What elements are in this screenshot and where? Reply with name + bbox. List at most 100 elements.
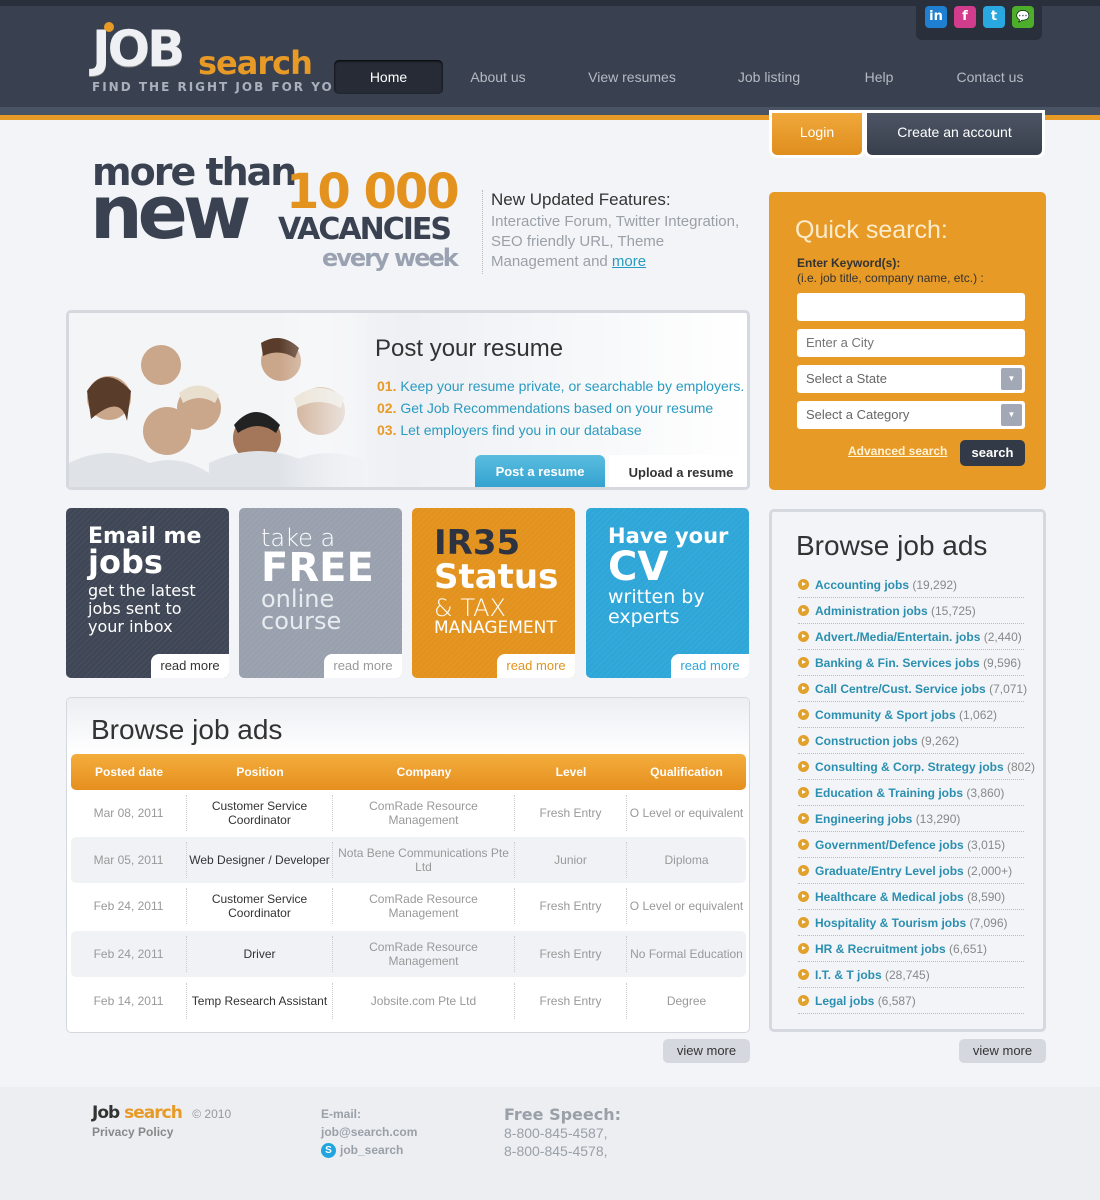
phone-number: 8-800-845-4578, [504, 1143, 608, 1159]
category-item[interactable]: Consulting & Corp. Strategy jobs (802) [798, 754, 1035, 780]
tab-upload-resume[interactable]: Upload a resume [609, 455, 747, 487]
read-more-link[interactable]: read more [497, 654, 575, 678]
column-header[interactable]: Position [187, 765, 333, 779]
category-item[interactable]: Accounting jobs (19,292) [798, 572, 1024, 598]
category-link[interactable]: Graduate/Entry Level jobs [815, 864, 964, 878]
read-more-link[interactable]: read more [324, 654, 402, 678]
advanced-search-link[interactable]: Advanced search [848, 444, 947, 458]
state-select[interactable]: Select a State ▼ [797, 365, 1025, 393]
arrow-bullet-icon [798, 839, 809, 851]
category-item[interactable]: I.T. & T jobs (28,745) [798, 962, 1024, 988]
category-link[interactable]: Accounting jobs [815, 578, 909, 592]
promo-line: jobs sent to [88, 599, 182, 618]
skype-contact[interactable]: Sjob_search [321, 1141, 417, 1159]
cell-date: Mar 08, 2011 [71, 795, 187, 831]
promo-email-jobs[interactable]: Email me jobs get the latest jobs sent t… [66, 508, 229, 678]
promo-cv-writing[interactable]: Have your CV written by experts read mor… [586, 508, 749, 678]
login-button[interactable]: Login [772, 113, 862, 155]
promo-free-course[interactable]: take a FREE online course read more [239, 508, 402, 678]
category-item[interactable]: Healthcare & Medical jobs (8,590) [798, 884, 1024, 910]
category-item[interactable]: Government/Defence jobs (3,015) [798, 832, 1024, 858]
category-item[interactable]: Construction jobs (9,262) [798, 728, 1024, 754]
arrow-bullet-icon [798, 865, 809, 877]
category-item[interactable]: Education & Training jobs (3,860) [798, 780, 1024, 806]
footer-logo[interactable]: Job search [92, 1103, 183, 1123]
category-item[interactable]: Banking & Fin. Services jobs (9,596) [798, 650, 1024, 676]
site-logo[interactable]: JOB search FIND THE RIGHT JOB FOR YOU! [92, 16, 351, 96]
table-row[interactable]: Feb 14, 2011 Temp Research Assistant Job… [71, 978, 746, 1024]
jobs-view-more-button[interactable]: view more [663, 1039, 750, 1063]
category-item[interactable]: Community & Sport jobs (1,062) [798, 702, 1024, 728]
benefit-number: 03. [377, 422, 397, 438]
create-account-button[interactable]: Create an account [867, 113, 1042, 155]
categories-view-more-button[interactable]: view more [959, 1039, 1046, 1063]
category-link[interactable]: HR & Recruitment jobs [815, 942, 946, 956]
column-header[interactable]: Posted date [71, 765, 187, 779]
promo-line: jobs [88, 543, 163, 581]
cell-position[interactable]: Web Designer / Developer [187, 842, 333, 878]
promo-line: written by [608, 586, 705, 608]
category-item[interactable]: Engineering jobs (13,290) [798, 806, 1024, 832]
category-link[interactable]: Legal jobs [815, 994, 874, 1008]
cell-position[interactable]: Customer Service Coordinator [187, 888, 333, 924]
tab-post-resume[interactable]: Post a resume [475, 455, 605, 487]
features-more-link[interactable]: more [612, 253, 646, 270]
category-link[interactable]: Government/Defence jobs [815, 838, 964, 852]
nav-help[interactable]: Help [827, 60, 931, 94]
email-link[interactable]: job@search.com [321, 1125, 417, 1139]
chevron-down-icon[interactable]: ▼ [1001, 404, 1022, 426]
twitter-icon[interactable]: t [983, 6, 1005, 28]
footer-contact: E-mail: job@search.com Sjob_search [321, 1105, 417, 1159]
category-link[interactable]: Construction jobs [815, 734, 918, 748]
cell-position[interactable]: Temp Research Assistant [187, 983, 333, 1019]
category-item[interactable]: HR & Recruitment jobs (6,651) [798, 936, 1024, 962]
search-button[interactable]: search [960, 440, 1025, 466]
category-item[interactable]: Call Centre/Cust. Service jobs (7,071) [798, 676, 1027, 702]
category-link[interactable]: Hospitality & Tourism jobs [815, 916, 966, 930]
table-row[interactable]: Mar 05, 2011 Web Designer / Developer No… [71, 837, 746, 883]
category-item[interactable]: Hospitality & Tourism jobs (7,096) [798, 910, 1024, 936]
nav-view-resumes[interactable]: View resumes [553, 60, 711, 94]
category-select[interactable]: Select a Category ▼ [797, 401, 1025, 429]
category-link[interactable]: Education & Training jobs [815, 786, 963, 800]
chevron-down-icon[interactable]: ▼ [1001, 368, 1022, 390]
category-link[interactable]: Engineering jobs [815, 812, 912, 826]
category-link[interactable]: Healthcare & Medical jobs [815, 890, 964, 904]
benefit-text: Let employers find you in our database [400, 422, 642, 438]
promo-ir35-status[interactable]: IR35 Status & TAX MANAGEMENT read more [412, 508, 575, 678]
category-link[interactable]: Advert./Media/Entertain. jobs [815, 630, 980, 644]
category-link[interactable]: Call Centre/Cust. Service jobs [815, 682, 986, 696]
column-header[interactable]: Company [333, 765, 515, 779]
cell-position[interactable]: Customer Service Coordinator [187, 795, 333, 831]
category-item[interactable]: Graduate/Entry Level jobs (2,000+) [798, 858, 1024, 884]
table-row[interactable]: Feb 24, 2011 Customer Service Coordinato… [71, 883, 746, 929]
nav-job-listing[interactable]: Job listing [711, 60, 827, 94]
city-input[interactable] [797, 329, 1025, 357]
category-link[interactable]: Consulting & Corp. Strategy jobs [815, 760, 1004, 774]
resume-benefit: 03. Let employers find you in our databa… [377, 419, 744, 441]
category-link[interactable]: Community & Sport jobs [815, 708, 956, 722]
category-link[interactable]: Banking & Fin. Services jobs [815, 656, 980, 670]
privacy-policy-link[interactable]: Privacy Policy [92, 1125, 231, 1139]
read-more-link[interactable]: read more [671, 654, 749, 678]
category-item[interactable]: Legal jobs (6,587) [798, 988, 1024, 1014]
column-header[interactable]: Qualification [627, 765, 746, 779]
column-header[interactable]: Level [515, 765, 627, 779]
benefit-text: Keep your resume private, or searchable … [400, 378, 745, 394]
promo-line: IR35 [434, 523, 521, 563]
category-link[interactable]: Administration jobs [815, 604, 928, 618]
category-item[interactable]: Administration jobs (15,725) [798, 598, 1024, 624]
category-item[interactable]: Advert./Media/Entertain. jobs (2,440) [798, 624, 1024, 650]
table-row[interactable]: Mar 08, 2011 Customer Service Coordinato… [71, 790, 746, 836]
cell-position[interactable]: Driver [187, 936, 333, 972]
nav-contact-us[interactable]: Contact us [931, 60, 1049, 94]
keyword-input[interactable] [797, 293, 1025, 321]
facebook-icon[interactable]: f [954, 6, 976, 28]
table-row[interactable]: Feb 24, 2011 Driver ComRade Resource Man… [71, 931, 746, 977]
read-more-link[interactable]: read more [151, 654, 229, 678]
linkedin-icon[interactable]: in [925, 6, 947, 28]
nav-home[interactable]: Home [334, 60, 443, 94]
chat-icon[interactable]: 💬 [1012, 6, 1034, 28]
nav-about-us[interactable]: About us [443, 60, 553, 94]
category-link[interactable]: I.T. & T jobs [815, 968, 882, 982]
